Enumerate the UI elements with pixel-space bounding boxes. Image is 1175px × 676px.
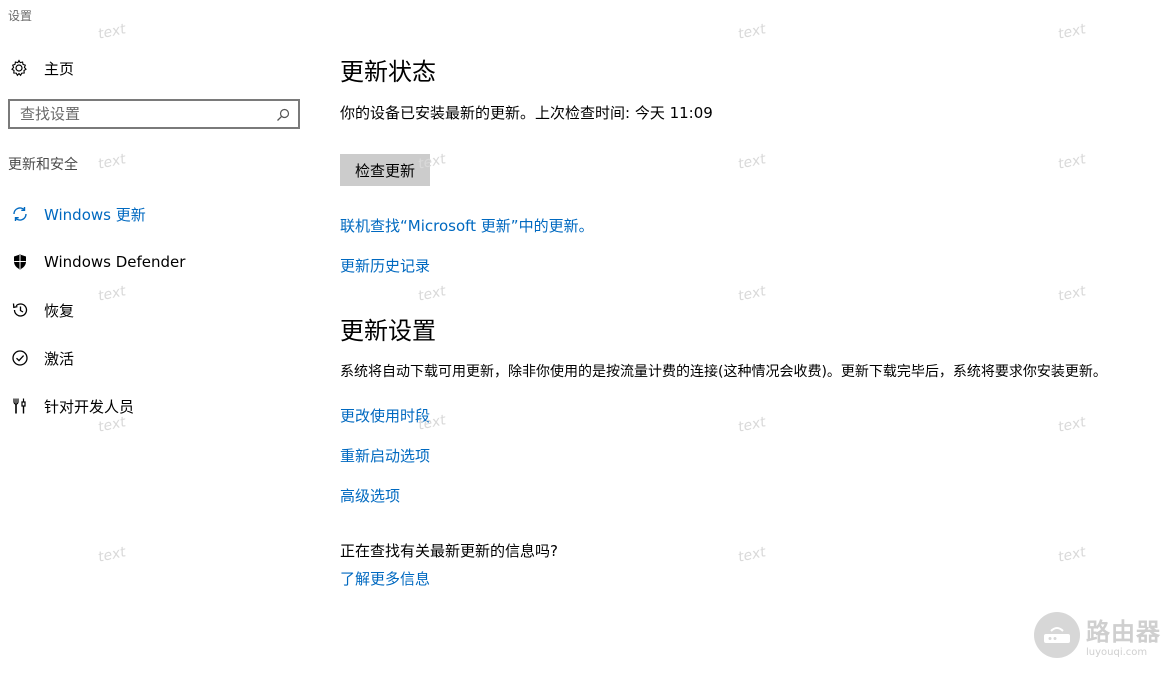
check-circle-icon: [10, 348, 30, 368]
logo-name: 路由器: [1086, 618, 1161, 646]
sidebar-item-windows-defender[interactable]: Windows Defender: [0, 238, 320, 286]
watermark-text: text: [736, 21, 768, 43]
logo-domain: luyouqi.com: [1086, 647, 1148, 658]
watermark-text: text: [736, 414, 768, 436]
check-updates-button[interactable]: 检查更新: [340, 154, 430, 186]
watermark-text: text: [416, 283, 448, 305]
active-hours-link[interactable]: 更改使用时段: [340, 405, 430, 426]
watermark-text: text: [736, 283, 768, 305]
sidebar: 主页 更新和安全: [0, 0, 320, 676]
sidebar-item-label: 针对开发人员: [44, 397, 135, 416]
home-nav-item[interactable]: 主页: [10, 56, 74, 80]
history-icon: [10, 300, 30, 320]
info-question: 正在查找有关最新更新的信息吗?: [340, 542, 558, 560]
update-history-link[interactable]: 更新历史记录: [340, 255, 430, 276]
online-updates-link[interactable]: 联机查找“Microsoft 更新”中的更新。: [340, 215, 594, 236]
sidebar-item-windows-update[interactable]: Windows 更新: [0, 190, 320, 238]
sidebar-item-label: 恢复: [44, 301, 75, 320]
sidebar-item-developers[interactable]: 针对开发人员: [0, 382, 320, 430]
update-settings-description: 系统将自动下载可用更新，除非你使用的是按流量计费的连接(这种情况会收费)。更新下…: [340, 364, 1107, 380]
nav-list: Windows 更新 Windows Defender 恢复 激活 针对开发人员: [0, 190, 320, 430]
sidebar-item-label: 激活: [44, 349, 75, 368]
search-box[interactable]: [8, 99, 300, 129]
router-icon: [1034, 612, 1080, 658]
watermark-text: text: [736, 151, 768, 173]
site-logo: 路由器 luyouqi.com: [1034, 612, 1161, 658]
watermark-text: text: [1056, 151, 1088, 173]
search-input[interactable]: [10, 101, 280, 127]
restart-options-link[interactable]: 重新启动选项: [340, 445, 430, 466]
refresh-icon: [10, 204, 30, 224]
sidebar-item-activation[interactable]: 激活: [0, 334, 320, 382]
update-status-text: 你的设备已安装最新的更新。上次检查时间: 今天 11:09: [340, 104, 713, 122]
watermark-text: text: [1056, 283, 1088, 305]
gear-icon: [10, 59, 28, 77]
watermark-text: text: [1056, 21, 1088, 43]
watermark-text: text: [736, 544, 768, 566]
learn-more-link[interactable]: 了解更多信息: [340, 568, 430, 589]
advanced-options-link[interactable]: 高级选项: [340, 485, 400, 506]
sidebar-item-label: Windows Defender: [44, 253, 186, 271]
sidebar-item-recovery[interactable]: 恢复: [0, 286, 320, 334]
home-label: 主页: [44, 59, 75, 78]
shield-icon: [10, 252, 30, 272]
watermark-text: text: [1056, 544, 1088, 566]
developer-tools-icon: [10, 396, 30, 416]
sidebar-item-label: Windows 更新: [44, 205, 146, 224]
update-settings-title: 更新设置: [340, 317, 436, 345]
section-label: 更新和安全: [8, 157, 78, 173]
watermark-text: text: [1056, 414, 1088, 436]
update-status-title: 更新状态: [340, 58, 436, 86]
search-icon[interactable]: [276, 107, 290, 121]
settings-window: 设置 主页 更新和安全: [0, 0, 1175, 676]
